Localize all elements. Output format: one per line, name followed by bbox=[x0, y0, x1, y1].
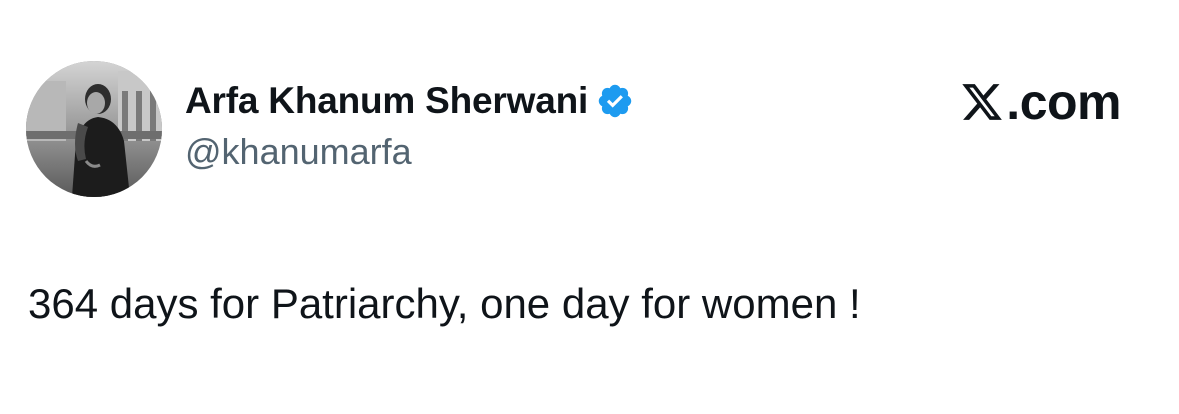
avatar[interactable] bbox=[26, 61, 162, 197]
display-name[interactable]: Arfa Khanum Sherwani bbox=[185, 80, 588, 122]
x-logo-icon bbox=[960, 80, 1004, 124]
author-handle[interactable]: @khanumarfa bbox=[185, 131, 412, 173]
brand-suffix: .com bbox=[1006, 74, 1121, 130]
verified-badge-icon bbox=[596, 82, 634, 120]
profile-photo bbox=[26, 61, 162, 197]
tweet-text: 364 days for Patriarchy, one day for wom… bbox=[28, 280, 861, 327]
tweet-card: Arfa Khanum Sherwani @khanumarfa .com 36… bbox=[0, 0, 1179, 414]
author-name-row: Arfa Khanum Sherwani bbox=[185, 78, 634, 124]
brand-logo: .com bbox=[960, 74, 1121, 130]
